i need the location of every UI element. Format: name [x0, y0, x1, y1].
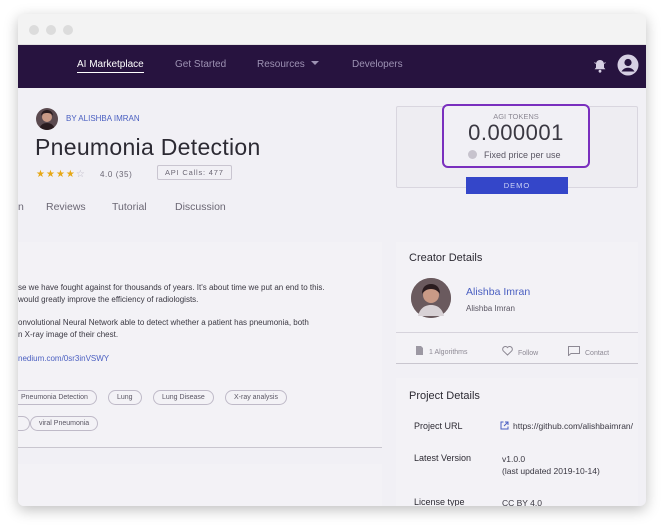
follow-button[interactable]: Follow [502, 346, 538, 357]
description-line: would greatly improve the efficiency of … [18, 295, 199, 304]
star-icon: ★ [36, 169, 46, 180]
bell-icon[interactable] [592, 58, 608, 74]
secondary-card [18, 464, 382, 506]
contact-button[interactable]: Contact [568, 346, 609, 357]
contact-label: Contact [585, 350, 610, 357]
tab-discussion[interactable]: Discussion [175, 201, 226, 213]
project-details-title: Project Details [409, 390, 480, 402]
tag-chip[interactable]: Pneumonia Detection [18, 390, 97, 405]
tag-chip[interactable]: Lung Disease [153, 390, 214, 405]
description-line: n X-ray image of their chest. [18, 330, 119, 339]
license-type-label: License type [414, 497, 465, 506]
service-title: Pneumonia Detection [35, 134, 261, 160]
description-line: se we have fought against for thousands … [18, 283, 325, 292]
project-url-label: Project URL [414, 421, 463, 431]
tag-chip[interactable]: X-ray analysis [225, 390, 287, 405]
browser-window: AI Marketplace Get Started Resources Dev… [18, 14, 646, 506]
version-updated-date: (last updated 2019-10-14) [502, 466, 600, 476]
external-link-icon [500, 421, 509, 430]
nav-resources[interactable]: Resources [257, 59, 319, 70]
creator-name[interactable]: Alishba Imran [466, 286, 530, 298]
service-author[interactable]: BY ALISHBA IMRAN [66, 114, 140, 123]
chevron-down-icon [310, 61, 319, 65]
chat-icon [568, 346, 580, 357]
nav-developers[interactable]: Developers [352, 59, 403, 70]
tag-chip[interactable] [18, 416, 30, 431]
latest-version-link[interactable]: v1.0.0 [502, 454, 525, 464]
star-icon: ★ [65, 169, 76, 180]
algorithms-count[interactable]: 1 Algorithms [416, 346, 468, 356]
user-account-icon[interactable] [617, 54, 639, 76]
agi-token-price-popup: AGI TOKENS 0.000001 Fixed price per use [442, 104, 590, 168]
project-url-link[interactable]: https://github.com/alishbaimran/ [500, 421, 633, 431]
page-content: BY ALISHBA IMRAN Pneumonia Detection ★★★… [18, 88, 646, 506]
project-url-text: https://github.com/alishbaimran/ [513, 421, 634, 431]
author-avatar[interactable] [36, 108, 58, 130]
agi-price-value: 0.000001 [468, 120, 564, 145]
window-maximize-dot[interactable] [63, 25, 73, 35]
tab-tutorial[interactable]: Tutorial [112, 201, 147, 213]
rating-stars: ★★★★☆ [36, 169, 86, 180]
api-calls-badge: API Calls: 477 [157, 165, 232, 180]
creator-subtitle: Alishba Imran [466, 304, 515, 313]
window-minimize-dot[interactable] [46, 25, 56, 35]
fixed-price-note: Fixed price per use [468, 150, 561, 160]
creator-details-title: Creator Details [409, 252, 483, 264]
tab-overview[interactable]: n [18, 201, 24, 213]
nav-ai-marketplace[interactable]: AI Marketplace [77, 59, 144, 73]
rating-text: 4.0 (35) [100, 170, 133, 179]
algorithms-count-label: 1 Algorithms [429, 349, 468, 356]
star-icon: ★ [45, 169, 56, 180]
creator-details-card: Creator Details Alishba Imran Alishba Im… [396, 242, 638, 364]
follow-label: Follow [518, 350, 539, 357]
demo-button[interactable]: DEMO [466, 177, 568, 194]
creator-avatar[interactable] [411, 278, 451, 318]
star-icon: ★ [55, 169, 66, 180]
info-icon [468, 150, 477, 159]
description-link[interactable]: nedium.com/0sr3inVSWY [18, 354, 109, 363]
creator-portrait-icon [411, 278, 451, 318]
window-titlebar [18, 14, 646, 45]
nav-get-started[interactable]: Get Started [175, 59, 226, 70]
tag-chip[interactable]: Lung [108, 390, 142, 405]
author-portrait-icon [39, 110, 55, 130]
heart-icon [502, 346, 513, 356]
latest-version-label: Latest Version [414, 453, 472, 463]
top-navbar: AI Marketplace Get Started Resources Dev… [18, 45, 646, 88]
fixed-price-text: Fixed price per use [484, 150, 561, 160]
description-line: onvolutional Neural Network able to dete… [18, 318, 309, 327]
tag-chip[interactable]: viral Pneumonia [30, 416, 99, 431]
license-link[interactable]: CC BY 4.0 [502, 498, 542, 506]
star-icon: ☆ [75, 169, 86, 180]
nav-resources-label: Resources [257, 59, 305, 70]
window-close-dot[interactable] [29, 25, 39, 35]
project-details-card: Project Details Project URL https://gith… [396, 378, 638, 506]
divider [396, 332, 638, 333]
description-card: se we have fought against for thousands … [18, 242, 382, 448]
document-icon [416, 346, 423, 355]
tab-reviews[interactable]: Reviews [46, 201, 86, 213]
